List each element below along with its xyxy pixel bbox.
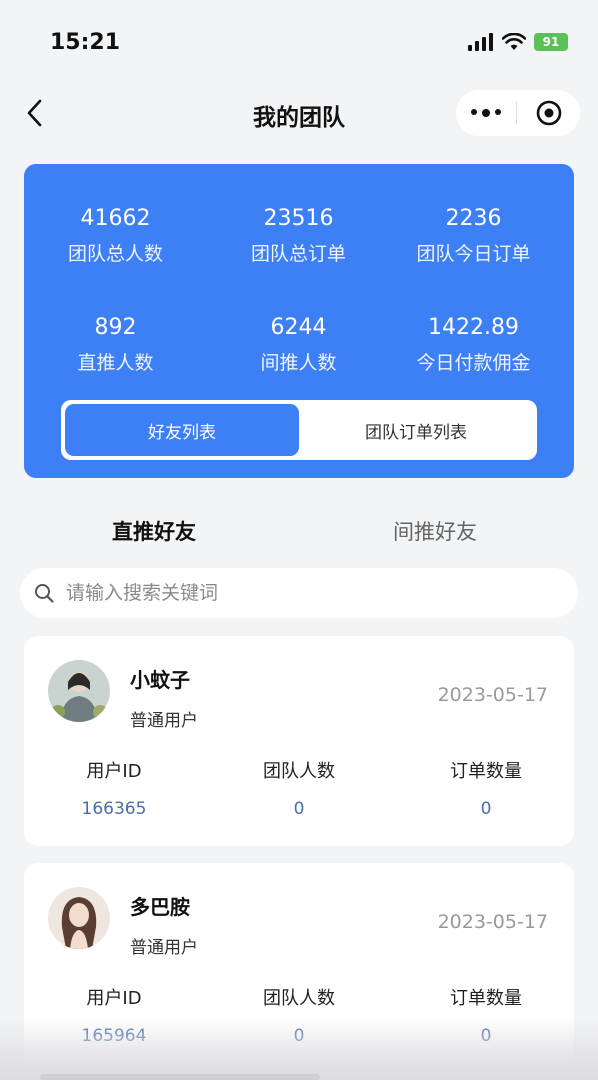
status-bar: 15:21 91: [0, 0, 598, 80]
stat-value: 1422.89: [428, 315, 519, 340]
stat-indirect-referrals: 6244 间推人数: [207, 315, 390, 375]
join-date: 2023-05-17: [437, 684, 548, 706]
stat-value: 2236: [445, 206, 502, 231]
mini-program-capsule: [456, 90, 580, 136]
status-icons: 91: [468, 33, 568, 51]
status-time: 15:21: [50, 30, 121, 55]
column-label: 用户ID: [86, 761, 142, 782]
stat-label: 直推人数: [77, 352, 154, 374]
column-label: 订单数量: [450, 761, 522, 782]
join-date: 2023-05-17: [437, 911, 548, 933]
signal-icon: [468, 33, 493, 51]
home-indicator: [40, 1074, 320, 1080]
column-label: 订单数量: [450, 988, 522, 1009]
search-input[interactable]: [64, 581, 548, 605]
stat-direct-referrals: 892 直推人数: [24, 315, 207, 375]
stat-value: 41662: [80, 206, 151, 231]
user-card[interactable]: 小蚊子 普通用户 2023-05-17 用户ID 166365 团队人数 0 订…: [24, 636, 574, 846]
stat-value: 23516: [263, 206, 334, 231]
avatar: [48, 887, 110, 949]
stat-team-total-orders: 23516 团队总订单: [207, 206, 390, 266]
search-bar: [20, 568, 578, 618]
order-count-value: 0: [480, 799, 492, 819]
stat-label: 团队总人数: [67, 243, 163, 265]
user-id-value: 166365: [81, 799, 147, 819]
more-icon[interactable]: [456, 109, 516, 117]
user-name: 多巴胺: [130, 895, 190, 919]
team-size-column: 团队人数 0: [209, 757, 389, 819]
stat-label: 团队总订单: [250, 243, 346, 265]
stat-team-total-members: 41662 团队总人数: [24, 206, 207, 266]
team-stats-card: 41662 团队总人数 23516 团队总订单 2236 团队今日订单 892 …: [24, 164, 574, 478]
stat-value: 892: [94, 315, 137, 340]
tab-direct-friends[interactable]: 直推好友: [112, 516, 196, 546]
order-count-column: 订单数量 0: [396, 757, 576, 819]
close-target-icon[interactable]: [517, 99, 580, 127]
battery-icon: 91: [534, 33, 568, 51]
column-label: 用户ID: [86, 988, 142, 1009]
column-label: 团队人数: [263, 988, 335, 1009]
stat-label: 间推人数: [260, 352, 337, 374]
segment-friend-list[interactable]: 好友列表: [65, 404, 299, 456]
referral-tabs: 直推好友 间推好友: [0, 510, 598, 554]
wifi-icon: [502, 33, 526, 50]
user-id-column: 用户ID 166365: [24, 757, 204, 819]
user-role: 普通用户: [130, 938, 198, 958]
stat-team-today-orders: 2236 团队今日订单: [382, 206, 565, 266]
segment-team-order-list[interactable]: 团队订单列表: [299, 404, 533, 456]
list-segment-control: 好友列表 团队订单列表: [61, 400, 537, 460]
stat-value: 6244: [270, 315, 327, 340]
stat-label: 今日付款佣金: [416, 352, 531, 374]
user-role: 普通用户: [130, 711, 198, 731]
bottom-overlay: [0, 1018, 598, 1080]
stat-today-commission: 1422.89 今日付款佣金: [382, 315, 565, 375]
user-name: 小蚊子: [130, 668, 190, 692]
nav-bar: 我的团队: [0, 80, 598, 146]
team-size-value: 0: [293, 799, 305, 819]
tab-indirect-friends[interactable]: 间推好友: [393, 516, 477, 546]
search-icon: [35, 584, 54, 603]
battery-level: 91: [542, 35, 560, 49]
avatar: [48, 660, 110, 722]
stat-label: 团队今日订单: [416, 243, 531, 265]
column-label: 团队人数: [263, 761, 335, 782]
